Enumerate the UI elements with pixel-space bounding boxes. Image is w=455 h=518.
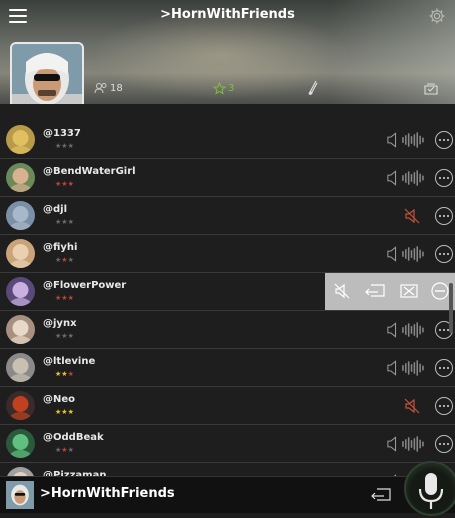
- contact-avatar[interactable]: [6, 315, 35, 344]
- horn-wave-icon[interactable]: [386, 321, 426, 339]
- contact-row[interactable]: @BendWaterGirl ★★★: [0, 159, 455, 197]
- contact-row[interactable]: @jynx ★★★: [0, 311, 455, 349]
- horn-icon[interactable]: [306, 80, 320, 96]
- row-actions-panel: [325, 273, 455, 310]
- contact-rating: ★★★: [55, 218, 74, 226]
- contact-row[interactable]: @ltlevine ★★★: [0, 349, 455, 387]
- contact-rating: ★★★: [55, 446, 74, 454]
- horn-wave-icon[interactable]: [386, 169, 426, 187]
- stars-count: 3: [228, 83, 235, 94]
- contact-row[interactable]: @OddBeak ★★★: [0, 425, 455, 463]
- horn-wave-icon[interactable]: [386, 435, 426, 453]
- scrollbar[interactable]: [449, 123, 453, 475]
- profile-header: >HornWithFriends 18 3: [0, 0, 455, 104]
- followers-count: 18: [110, 82, 123, 94]
- muted-horn-icon[interactable]: [403, 207, 421, 225]
- horn-wave-icon[interactable]: [386, 131, 426, 149]
- contact-rating: ★★★: [55, 332, 74, 340]
- record-button[interactable]: [404, 461, 455, 516]
- contact-rating: ★★★: [55, 294, 74, 302]
- contact-rating: ★★★: [55, 256, 74, 264]
- profile-avatar[interactable]: [10, 42, 84, 104]
- contact-row[interactable]: @FlowerPower ★★★: [0, 273, 455, 311]
- contact-avatar[interactable]: [6, 201, 35, 230]
- contact-name: @fiyhi: [43, 242, 78, 253]
- contact-name: @djl: [43, 204, 68, 215]
- bottom-title: >HornWithFriends: [40, 486, 175, 501]
- block-icon[interactable]: [400, 282, 418, 300]
- contact-name: @FlowerPower: [43, 280, 127, 291]
- microphone-icon: [418, 473, 444, 509]
- contact-avatar[interactable]: [6, 353, 35, 382]
- contact-avatar[interactable]: [6, 429, 35, 458]
- bottom-avatar[interactable]: [6, 481, 34, 509]
- star-icon: [213, 82, 226, 95]
- contact-name: @Neo: [43, 394, 76, 405]
- contact-avatar[interactable]: [6, 125, 35, 154]
- send-icon[interactable]: [365, 282, 387, 300]
- mute-horn-icon[interactable]: [333, 282, 351, 300]
- contact-avatar[interactable]: [6, 163, 35, 192]
- contact-rating: ★★★: [55, 370, 74, 378]
- inbox-icon[interactable]: [424, 83, 438, 95]
- contact-row[interactable]: @1337 ★★★: [0, 121, 455, 159]
- contact-row[interactable]: @djl ★★★: [0, 197, 455, 235]
- contact-row[interactable]: @Neo ★★★: [0, 387, 455, 425]
- bottom-bar: >HornWithFriends: [0, 476, 455, 513]
- app-title: >HornWithFriends: [160, 7, 295, 22]
- contact-name: @1337: [43, 128, 81, 139]
- contact-name: @OddBeak: [43, 432, 104, 443]
- collapse-icon[interactable]: [431, 282, 449, 300]
- followers-stat[interactable]: 18: [94, 82, 123, 94]
- contact-rating: ★★★: [55, 408, 74, 416]
- stars-stat[interactable]: 3: [213, 82, 234, 95]
- gear-icon[interactable]: [428, 7, 446, 25]
- contact-avatar[interactable]: [6, 391, 35, 420]
- contact-rating: ★★★: [55, 142, 74, 150]
- contact-name: @BendWaterGirl: [43, 166, 136, 177]
- contact-name: @jynx: [43, 318, 77, 329]
- horn-wave-icon[interactable]: [386, 245, 426, 263]
- horn-wave-icon[interactable]: [386, 359, 426, 377]
- contact-avatar[interactable]: [6, 277, 35, 306]
- muted-horn-icon[interactable]: [403, 397, 421, 415]
- contact-list: @1337 ★★★ @BendWaterGirl ★★★ @djl ★★★ @f…: [0, 121, 455, 501]
- contact-avatar[interactable]: [6, 239, 35, 268]
- contact-row[interactable]: @fiyhi ★★★: [0, 235, 455, 273]
- people-icon: [94, 83, 107, 94]
- contact-rating: ★★★: [55, 180, 74, 188]
- enter-icon[interactable]: [371, 486, 393, 504]
- contact-name: @ltlevine: [43, 356, 96, 367]
